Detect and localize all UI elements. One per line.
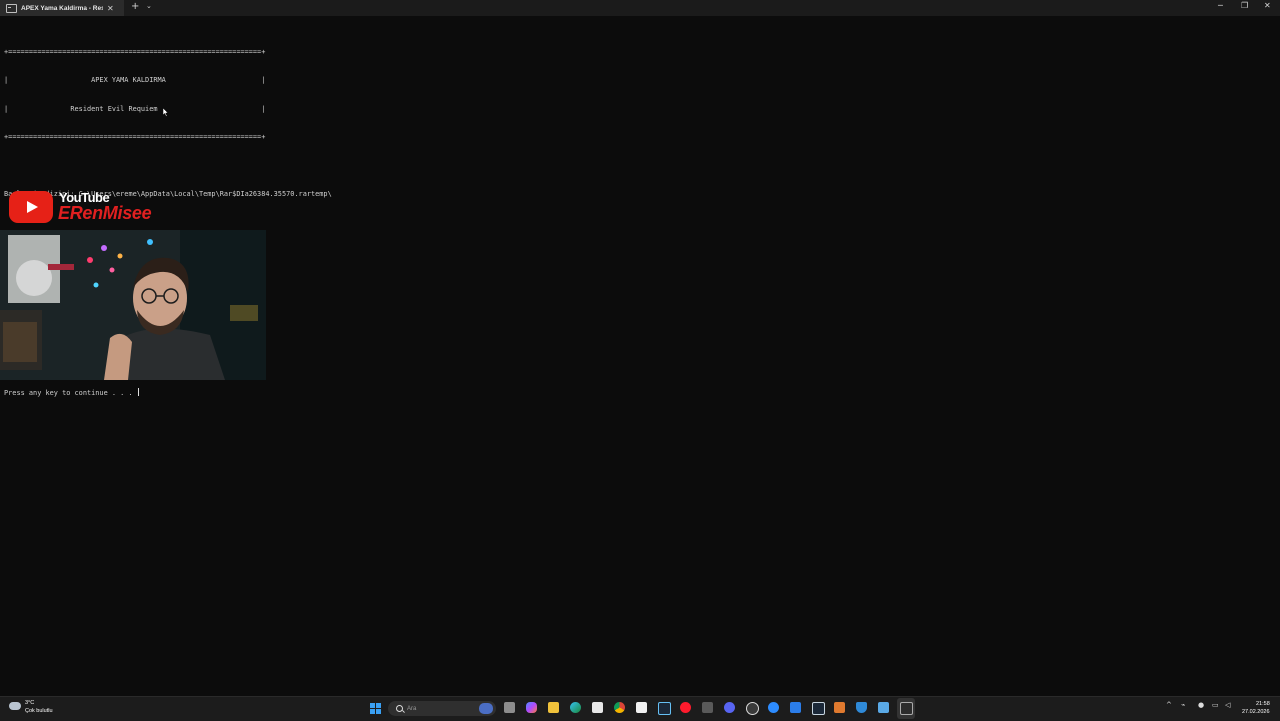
- network-icon[interactable]: ▭: [1212, 701, 1219, 709]
- taskbar: 3°C Çok bulutlu Ara ^ ⌁ ● ▭ ◁ 21:58 27.0…: [0, 696, 1280, 721]
- file-explorer-icon[interactable]: [548, 702, 559, 713]
- console-line: | APEX YAMA KALDIRMA |: [4, 76, 266, 85]
- keyboard-icon[interactable]: [702, 702, 713, 713]
- title-bar: APEX Yama Kaldirma - Resident Evil Requi…: [0, 0, 1280, 16]
- weather-temperature: 3°C: [25, 700, 35, 706]
- console-prompt: Press any key to continue . . .: [4, 389, 137, 398]
- copilot-icon[interactable]: [526, 702, 537, 713]
- zoom-icon[interactable]: [768, 702, 779, 713]
- mic-icon[interactable]: ●: [1198, 701, 1204, 709]
- volume-icon[interactable]: ◁: [1225, 701, 1230, 709]
- close-window-icon[interactable]: ✕: [1264, 1, 1271, 10]
- terminal-icon: [6, 3, 17, 13]
- console-prompt-line: Press any key to continue . . .: [4, 388, 704, 397]
- terminal-icon[interactable]: [900, 702, 913, 715]
- clock-time[interactable]: 21:58: [1256, 701, 1270, 707]
- console-line: +=======================================…: [4, 47, 266, 56]
- task-view-icon[interactable]: [504, 702, 515, 713]
- usb-icon[interactable]: ⌁: [1181, 701, 1185, 709]
- taskbar-search[interactable]: Ara: [388, 701, 496, 716]
- edge-icon[interactable]: [570, 702, 581, 713]
- search-highlight-icon: [479, 703, 493, 714]
- shield-icon[interactable]: [790, 702, 801, 713]
- microsoft-store-icon[interactable]: [592, 702, 603, 713]
- youtube-logo-icon: [9, 191, 53, 223]
- epic-games-icon[interactable]: [636, 702, 647, 713]
- console-line: | Resident Evil Requiem |: [4, 104, 266, 113]
- tab-title: APEX Yama Kaldirma - Resident Evil Requi…: [21, 4, 103, 12]
- notepad-icon[interactable]: [878, 702, 889, 713]
- new-tab-icon[interactable]: +: [131, 1, 139, 12]
- search-placeholder: Ara: [407, 705, 417, 712]
- text-cursor: [137, 388, 139, 397]
- opera-icon[interactable]: [680, 702, 691, 713]
- search-icon: [396, 705, 403, 712]
- webcam-image: [0, 230, 266, 380]
- chrome-icon[interactable]: [614, 702, 625, 713]
- minimize-icon[interactable]: ─: [1218, 1, 1223, 10]
- security-icon[interactable]: [856, 702, 867, 713]
- tray-chevron-icon[interactable]: ^: [1166, 701, 1172, 709]
- webcam-overlay: [0, 230, 266, 380]
- media-icon[interactable]: [834, 702, 845, 713]
- cloud-icon: [9, 702, 21, 710]
- discord-icon[interactable]: [724, 702, 735, 713]
- channel-name: ERenMisee: [58, 203, 152, 223]
- tab-close-icon[interactable]: ✕: [107, 4, 114, 13]
- terminal-tab[interactable]: APEX Yama Kaldirma - Resident Evil Requi…: [0, 0, 124, 16]
- clock-date[interactable]: 27.02.2026: [1242, 709, 1270, 715]
- console-line: +=======================================…: [4, 132, 266, 141]
- start-icon[interactable]: [370, 703, 381, 714]
- weather-description: Çok bulutlu: [25, 708, 53, 714]
- chevron-down-icon[interactable]: ⌄: [146, 2, 152, 10]
- maximize-icon[interactable]: ❐: [1241, 1, 1248, 10]
- obs-icon[interactable]: [746, 702, 759, 715]
- mouse-pointer-icon: [163, 108, 169, 117]
- steam-icon[interactable]: [658, 702, 671, 715]
- steam-icon[interactable]: [812, 702, 825, 715]
